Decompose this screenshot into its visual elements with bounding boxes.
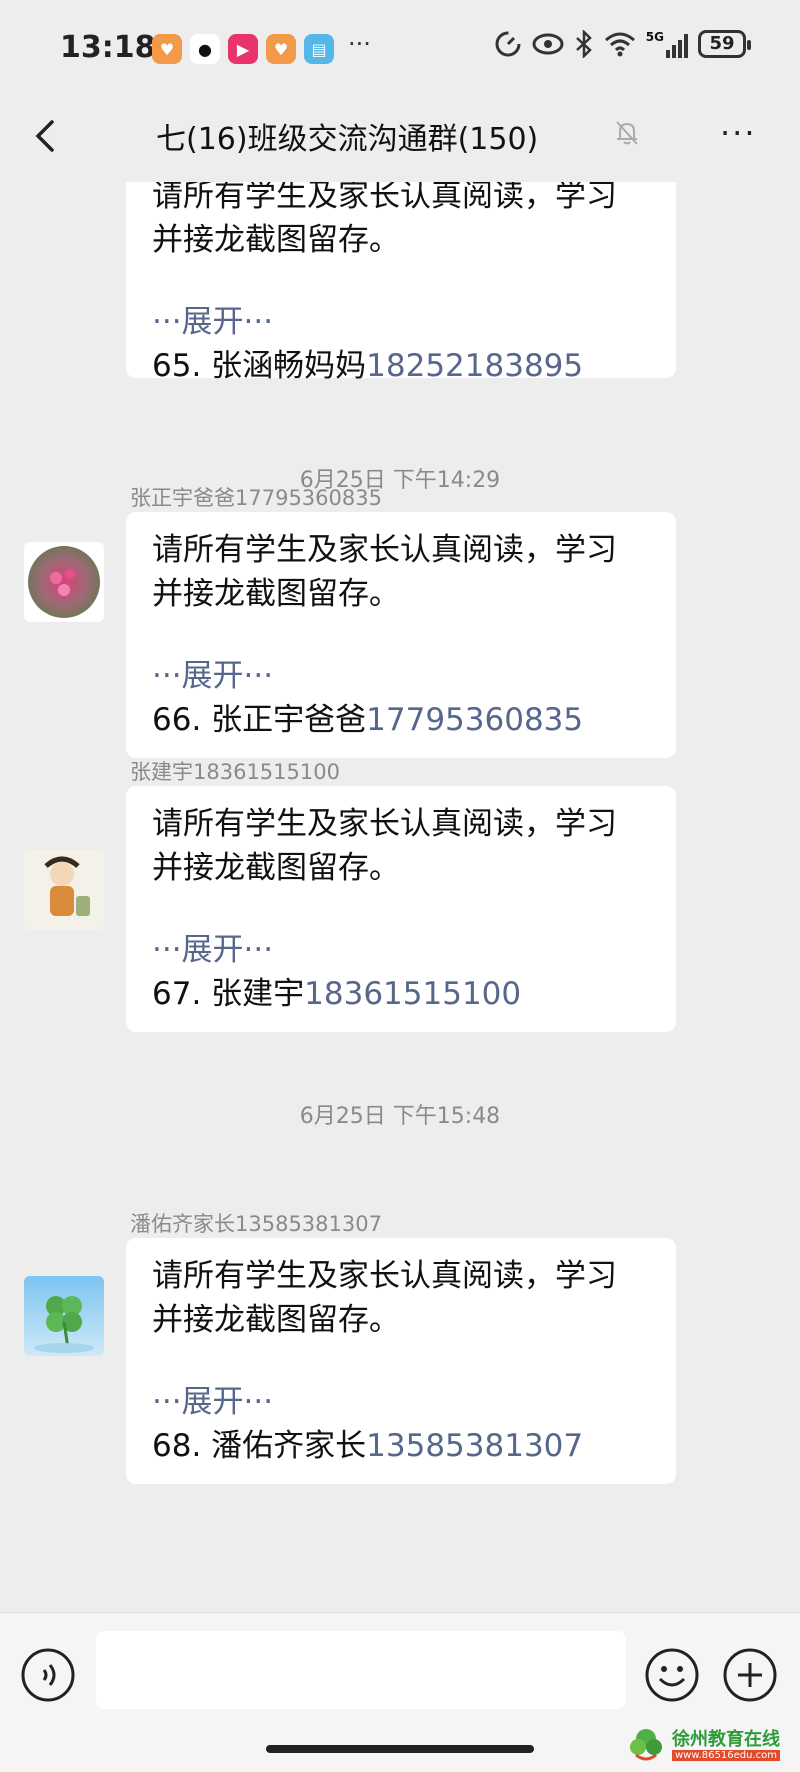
expand-link[interactable]: ···展开··· [152, 928, 650, 972]
chat-title: 七(16)班级交流沟通群(150) [156, 122, 539, 157]
more-notifications-icon: ··· [348, 30, 371, 58]
muted-bell-icon [616, 121, 638, 145]
bluetooth-icon [575, 30, 592, 58]
message-text-line: 请所有学生及家长认真阅读，学习 [152, 532, 617, 568]
plus-icon[interactable] [722, 1647, 778, 1703]
watermark-name: 徐州教育在线 [672, 1728, 780, 1750]
message-input[interactable] [96, 1631, 626, 1709]
sender-name: 张正宇爸爸17795360835 [130, 486, 382, 510]
book-app-icon: ▤ [304, 34, 334, 64]
avatar[interactable] [24, 850, 104, 930]
timestamp: 6月25日 下午15:48 [299, 1104, 501, 1129]
watermark-url: www.86516edu.com [672, 1749, 780, 1761]
timestamp: 6月25日 下午14:29 [299, 468, 501, 493]
message-text-line: 请所有学生及家长认真阅读，学习 [152, 1258, 617, 1294]
speed-icon [495, 31, 521, 57]
message-text-line: 请所有学生及家长认真阅读，学习 [152, 806, 617, 842]
status-right: 5G 59 [494, 30, 751, 58]
message-text-line: 并接龙截图留存。 [152, 222, 400, 258]
entry-name: 68. 潘佑齐家长 [152, 1428, 367, 1464]
avatar[interactable] [24, 1276, 104, 1356]
phone-link[interactable]: 18252183895 [366, 348, 583, 384]
wifi-icon [604, 32, 635, 57]
solitaire-entry: 67. 张建宇18361515100 [152, 972, 650, 1016]
message-text-line: 并接龙截图留存。 [152, 1302, 400, 1338]
status-time: 13:18 [60, 30, 156, 65]
message-bubble[interactable]: 请所有学生及家长认真阅读，学习 并接龙截图留存。 ···展开··· 66. 张正… [126, 512, 676, 758]
phone-link[interactable]: 17795360835 [366, 702, 583, 738]
voice-input-icon[interactable] [20, 1647, 76, 1703]
sender-name: 潘佑齐家长13585381307 [130, 1212, 382, 1236]
status-bar: 13:18 ♥ ● ▶ ♥ ▤ ··· 5G 59 [0, 0, 800, 100]
sender-name: 张建宇18361515100 [130, 760, 340, 784]
expand-link[interactable]: ···展开··· [152, 654, 650, 698]
signal-icon: 5G [646, 30, 688, 58]
back-arrow-icon[interactable] [28, 116, 68, 156]
watermark: 徐州教育在线 www.86516edu.com [626, 1723, 796, 1767]
battery-indicator: 59 [698, 30, 751, 58]
message-list[interactable]: 请所有学生及家长认真阅读，学习 并接龙截图留存。 ···展开··· 65. 张涵… [0, 182, 800, 1612]
expand-link[interactable]: ···展开··· [152, 300, 650, 344]
message-text-line: 并接龙截图留存。 [152, 576, 400, 612]
notification-icons: ♥ ● ▶ ♥ ▤ [152, 34, 334, 64]
solitaire-entry: 66. 张正宇爸爸17795360835 [152, 698, 650, 742]
input-bar: 徐州教育在线 www.86516edu.com [0, 1612, 800, 1772]
eye-icon [532, 33, 564, 55]
phone-link[interactable]: 13585381307 [366, 1428, 583, 1464]
more-menu-button[interactable]: ··· [720, 114, 757, 152]
phone-link[interactable]: 18361515100 [304, 976, 521, 1012]
penguin-app-icon: ● [190, 34, 220, 64]
emoji-icon[interactable] [644, 1647, 700, 1703]
watermark-logo-icon [630, 1729, 662, 1761]
entry-name: 66. 张正宇爸爸 [152, 702, 367, 738]
avatar[interactable] [24, 542, 104, 622]
message-text-line: 并接龙截图留存。 [152, 850, 400, 886]
entry-name: 65. 张涵畅妈妈 [152, 348, 367, 384]
expand-link[interactable]: ···展开··· [152, 1380, 650, 1424]
message-bubble[interactable]: 请所有学生及家长认真阅读，学习 并接龙截图留存。 ···展开··· 68. 潘佑… [126, 1238, 676, 1484]
chat-header: 七(16)班级交流沟通群(150) ··· [0, 100, 800, 182]
home-indicator[interactable] [266, 1745, 534, 1753]
message-bubble[interactable]: 请所有学生及家长认真阅读，学习 并接龙截图留存。 ···展开··· 67. 张建… [126, 786, 676, 1032]
solitaire-entry: 65. 张涵畅妈妈18252183895 [152, 344, 650, 388]
entry-name: 67. 张建宇 [152, 976, 305, 1012]
shopping-app-icon-2: ♥ [266, 34, 296, 64]
message-text-line: 请所有学生及家长认真阅读，学习 [152, 182, 617, 214]
solitaire-entry: 68. 潘佑齐家长13585381307 [152, 1424, 650, 1468]
message-bubble[interactable]: 请所有学生及家长认真阅读，学习 并接龙截图留存。 ···展开··· 65. 张涵… [126, 182, 676, 384]
video-app-icon: ▶ [228, 34, 258, 64]
shopping-app-icon: ♥ [152, 34, 182, 64]
